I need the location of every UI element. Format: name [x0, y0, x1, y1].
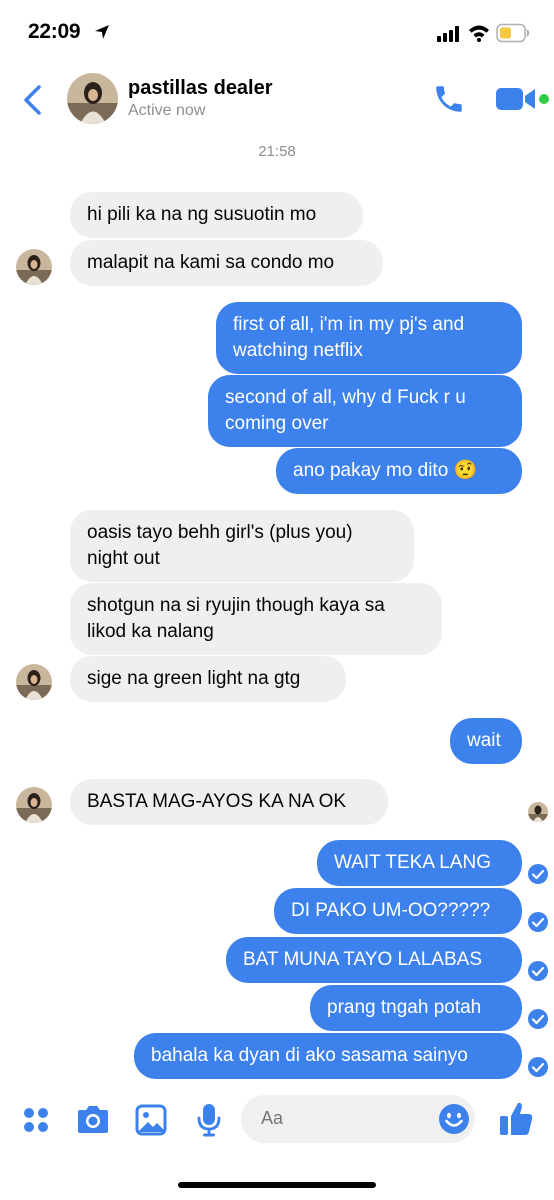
contact-avatar-small[interactable] [16, 664, 52, 700]
contact-name: pastillas dealer [128, 77, 273, 99]
message-text: WAIT TEKA LANG [334, 852, 491, 873]
read-receipt-avatar [528, 802, 548, 822]
contact-status: Active now [128, 102, 206, 119]
message-text: likod ka nalang [87, 621, 214, 642]
message-input[interactable] [261, 1108, 421, 1129]
phone-icon[interactable] [432, 82, 466, 116]
message-text: oasis tayo behh girl's (plus you) [87, 522, 353, 543]
emoji-icon[interactable] [438, 1103, 470, 1135]
status-time: 22:09 [28, 20, 81, 43]
message-composer[interactable] [241, 1095, 475, 1143]
message-outgoing[interactable]: wait [450, 718, 522, 764]
delivered-check-icon [528, 1009, 548, 1029]
delivered-check-icon [528, 912, 548, 932]
camera-icon[interactable] [75, 1104, 111, 1136]
message-outgoing[interactable]: first of all, i'm in my pj's and watchin… [216, 302, 522, 374]
message-incoming[interactable]: shotgun na si ryujin though kaya sa liko… [70, 583, 442, 655]
message-text: first of all, i'm in my pj's and [233, 314, 465, 335]
online-indicator [539, 94, 549, 104]
contact-avatar-small[interactable] [16, 249, 52, 285]
message-text: sige na green light na gtg [87, 668, 301, 689]
message-outgoing[interactable]: prang tngah potah [310, 985, 522, 1031]
message-text: prang tngah potah [327, 997, 482, 1018]
delivered-check-icon [528, 961, 548, 981]
message-text: BASTA MAG-AYOS KA NA OK [87, 791, 347, 812]
message-outgoing[interactable]: BAT MUNA TAYO LALABAS [226, 937, 522, 983]
wifi-icon [469, 25, 489, 42]
delivered-check-icon [528, 864, 548, 884]
message-incoming[interactable]: oasis tayo behh girl's (plus you) night … [70, 510, 414, 582]
contact-avatar[interactable] [67, 73, 118, 124]
message-text: malapit na kami sa condo mo [87, 252, 335, 273]
image-icon[interactable] [135, 1104, 167, 1136]
message-text: bahala ka dyan di ako sasama sainyo [151, 1045, 468, 1066]
chevron-left-icon[interactable] [22, 84, 44, 116]
message-text: BAT MUNA TAYO LALABAS [243, 949, 482, 970]
message-text: night out [87, 548, 160, 569]
message-text: second of all, why d Fuck r u [225, 387, 466, 408]
video-camera-icon[interactable] [495, 85, 537, 113]
message-text: watching netflix [233, 340, 363, 361]
contact-avatar-small[interactable] [16, 787, 52, 823]
home-indicator[interactable] [178, 1182, 376, 1188]
message-text: hi pili ka na ng susuotin mo [87, 204, 317, 225]
signal-icon [437, 26, 459, 42]
location-arrow-icon [95, 25, 109, 39]
message-incoming[interactable]: BASTA MAG-AYOS KA NA OK [70, 779, 388, 825]
message-text: ano pakay mo dito 🤨 [293, 460, 478, 481]
message-incoming[interactable]: hi pili ka na ng susuotin mo [70, 192, 363, 238]
message-text: coming over [225, 413, 329, 434]
message-outgoing[interactable]: bahala ka dyan di ako sasama sainyo [134, 1033, 522, 1079]
message-incoming[interactable]: malapit na kami sa condo mo [70, 240, 383, 286]
message-outgoing[interactable]: DI PAKO UM-OO????? [274, 888, 522, 934]
apps-grid-icon[interactable] [22, 1106, 50, 1134]
microphone-icon[interactable] [196, 1103, 222, 1137]
message-text: DI PAKO UM-OO????? [291, 900, 491, 921]
message-incoming[interactable]: sige na green light na gtg [70, 656, 346, 702]
thumbs-up-icon[interactable] [498, 1100, 534, 1138]
message-outgoing[interactable]: ano pakay mo dito 🤨 [276, 448, 522, 494]
message-outgoing[interactable]: second of all, why d Fuck r u coming ove… [208, 375, 522, 447]
conversation-timestamp: 21:58 [258, 143, 296, 160]
battery-icon [496, 23, 530, 43]
delivered-check-icon [528, 1057, 548, 1077]
message-text: shotgun na si ryujin though kaya sa [87, 595, 385, 616]
message-text: wait [467, 730, 501, 751]
message-outgoing[interactable]: WAIT TEKA LANG [317, 840, 522, 886]
